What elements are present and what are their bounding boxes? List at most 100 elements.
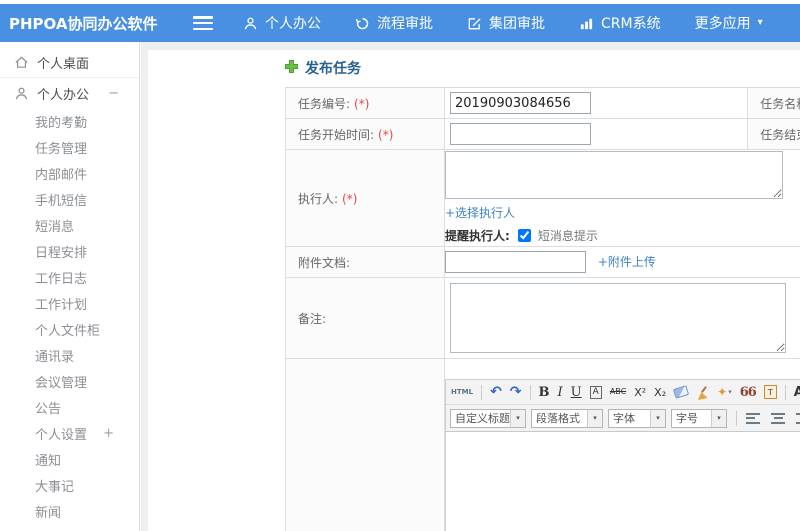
table-row: 任务开始时间:(*) 任务结束时间: (*) [285, 118, 800, 150]
app-logo: PHPOA协同办公软件 [9, 14, 158, 33]
nav-label: 流程审批 [377, 16, 433, 32]
person-icon [14, 86, 29, 101]
required-mark: (*) [378, 127, 394, 142]
sidebar-item-label: 大事记 [35, 479, 75, 495]
underline-button[interactable]: U [571, 386, 582, 399]
table-row: 执行人: (*) +选择执行人 提醒执行人: 短消息提示 [285, 149, 800, 247]
sidebar-item-label: 通知 [35, 453, 62, 469]
nav-workflow-approval[interactable]: 流程审批 [355, 13, 433, 33]
editor-content-area[interactable] [446, 432, 800, 531]
sidebar-item-notice[interactable]: 通知 [0, 446, 139, 472]
start-time-label-cell: 任务开始时间: (*) [285, 118, 445, 150]
align-center-icon[interactable] [771, 412, 785, 424]
table-row: 附件文档: +附件上传 [285, 246, 800, 278]
sidebar-item-news[interactable]: 新闻 [0, 498, 139, 524]
italic-button[interactable]: I [558, 386, 563, 399]
nav-group-approval[interactable]: 集团审批 [467, 13, 545, 33]
sidebar-item-work-plan[interactable]: 工作计划 [0, 290, 139, 316]
person-icon [243, 16, 258, 31]
editor-toolbar-row2: 自定义标题 ▾ 段落格式 ▾ 字体 ▾ 字号 ▾ [446, 405, 800, 432]
font-size-dropdown[interactable]: 字号 ▾ [671, 408, 727, 428]
sidebar-item-my-attendance[interactable]: 我的考勤 [0, 108, 139, 134]
attachment-upload-link[interactable]: +附件上传 [598, 255, 656, 269]
field-label: 备注: [298, 311, 327, 326]
remark-label-cell: 备注: [285, 277, 445, 359]
sidebar: 个人桌面 个人办公 − 我的考勤 任务管理 内部邮件 手机短信 短消息 日程安排… [0, 42, 140, 531]
field-label: 任务结束时间: [760, 127, 800, 142]
font-color-a: A [793, 384, 800, 400]
sidebar-item-short-message[interactable]: 短消息 [0, 212, 139, 238]
sidebar-item-label: 任务管理 [35, 141, 88, 157]
sidebar-item-personal-desktop[interactable]: 个人桌面 [0, 47, 139, 78]
sidebar-item-internal-mail[interactable]: 内部邮件 [0, 160, 139, 186]
caret-down-icon: ▾ [510, 409, 525, 427]
sidebar-item-personal-settings[interactable]: 个人设置 + [0, 420, 139, 446]
field-label: 任务名称: [760, 96, 800, 111]
align-left-icon[interactable] [746, 412, 760, 424]
sidebar-item-announcement[interactable]: 公告 [0, 394, 139, 420]
sidebar-item-label: 短消息 [35, 219, 75, 235]
collapse-icon[interactable]: − [108, 86, 119, 101]
sidebar-item-label: 工作日志 [35, 271, 88, 287]
sidebar-item-memorabilia[interactable]: 大事记 [0, 472, 139, 498]
paragraph-format-dropdown[interactable]: 段落格式 ▾ [531, 408, 603, 428]
task-no-input[interactable] [450, 92, 591, 114]
custom-title-dropdown[interactable]: 自定义标题 ▾ [450, 408, 526, 428]
toolbar-separator [529, 384, 531, 400]
redo-icon[interactable]: ↷ [510, 385, 522, 399]
sidebar-item-task-management[interactable]: 任务管理 [0, 134, 139, 160]
sidebar-item-label: 通讯录 [35, 349, 75, 365]
caret-down-icon: ▾ [650, 409, 665, 427]
font-color-button[interactable]: A ▾ [794, 386, 800, 399]
strikethrough-button[interactable]: ABC [610, 388, 626, 396]
table-row: 任务描述:(*) HTML ↶ ↷ B I [285, 358, 800, 531]
remind-executor-label: 提醒执行人: [445, 229, 510, 243]
add-plus-icon [284, 59, 299, 78]
paste-as-text-icon[interactable]: T [763, 385, 777, 399]
sidebar-item-personal-office[interactable]: 个人办公 − [0, 78, 139, 108]
eraser-icon[interactable] [672, 385, 690, 399]
executor-textarea[interactable] [445, 151, 783, 199]
description-editor-cell: HTML ↶ ↷ B I U A ABC X² X₂ ✦ ▾ 66 T A 自定… [444, 358, 800, 531]
nav-crm-system[interactable]: CRM系统 [579, 13, 661, 33]
sidebar-item-label: 日程安排 [35, 245, 88, 261]
history-icon [355, 16, 370, 31]
font-family-dropdown[interactable]: 字体 ▾ [608, 408, 666, 428]
sidebar-item-label: 个人文件柜 [35, 323, 101, 339]
nav-more-apps[interactable]: 更多应用 ▾ [695, 13, 763, 33]
sidebar-item-label: 个人办公 [37, 87, 90, 103]
subscript-button[interactable]: X₂ [654, 387, 666, 398]
remark-textarea[interactable] [450, 283, 786, 353]
align-right-icon[interactable] [796, 412, 800, 424]
caret-down-icon: ▾ [587, 409, 602, 427]
undo-icon[interactable]: ↶ [490, 385, 502, 399]
sms-option-label: 短消息提示 [537, 229, 598, 243]
html-source-button[interactable]: HTML [451, 388, 473, 396]
hamburger-menu-icon[interactable] [193, 16, 213, 30]
nav-label: CRM系统 [601, 16, 661, 32]
executor-value-cell: +选择执行人 提醒执行人: 短消息提示 [444, 149, 800, 247]
bar-chart-icon [579, 16, 594, 31]
caret-down-icon: ▾ [728, 387, 732, 396]
sidebar-item-personal-cabinet[interactable]: 个人文件柜 [0, 316, 139, 342]
choose-executor-link[interactable]: +选择执行人 [445, 206, 515, 220]
expand-icon[interactable]: + [103, 426, 114, 441]
superscript-button[interactable]: X² [634, 387, 646, 398]
attachment-input[interactable] [445, 251, 586, 273]
magic-wand-button[interactable]: ✦ ▾ [717, 386, 732, 398]
sms-remind-checkbox[interactable] [517, 229, 531, 242]
sidebar-item-schedule[interactable]: 日程安排 [0, 238, 139, 264]
start-time-input[interactable] [450, 123, 591, 145]
blockquote-button[interactable]: 66 [740, 386, 757, 399]
nav-personal-office[interactable]: 个人办公 [243, 13, 321, 33]
table-row: 备注: [285, 277, 800, 359]
sidebar-item-contacts[interactable]: 通讯录 [0, 342, 139, 368]
description-label-cell: 任务描述:(*) [285, 358, 445, 531]
task-no-label-cell: 任务编号: (*) [285, 87, 445, 119]
font-style-button[interactable]: A [589, 385, 602, 399]
format-brush-icon[interactable] [696, 385, 709, 400]
sidebar-item-work-log[interactable]: 工作日志 [0, 264, 139, 290]
sidebar-item-mobile-sms[interactable]: 手机短信 [0, 186, 139, 212]
sidebar-item-meeting-management[interactable]: 会议管理 [0, 368, 139, 394]
bold-button[interactable]: B [539, 386, 550, 399]
